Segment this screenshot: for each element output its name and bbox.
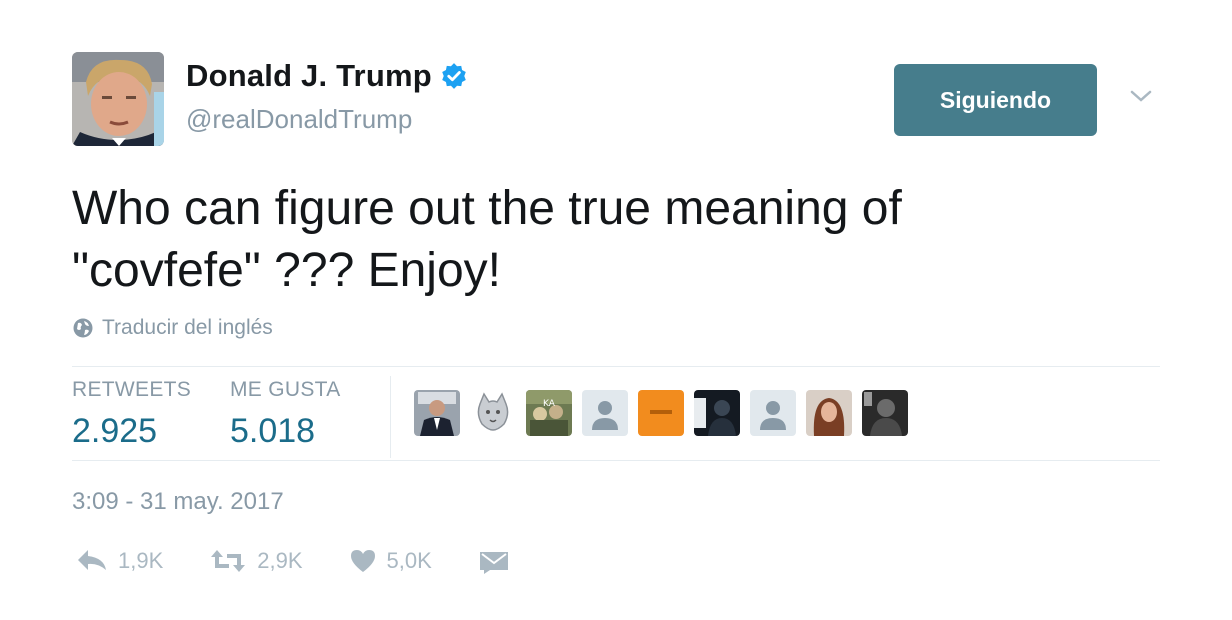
- user-name-row[interactable]: Donald J. Trump: [186, 58, 468, 94]
- globe-icon: [73, 318, 93, 338]
- retweets-label: RETWEETS: [72, 378, 192, 401]
- envelope-icon: [479, 552, 508, 574]
- stats-bottom-divider: [72, 460, 1160, 461]
- stats-separator: [390, 376, 391, 458]
- direct-message-button[interactable]: [478, 548, 520, 574]
- retweet-button[interactable]: 2,9K: [209, 548, 303, 574]
- likes-stat[interactable]: ME GUSTA 5.018: [230, 378, 341, 451]
- liker-avatar-suit[interactable]: [414, 390, 460, 436]
- profile-avatar[interactable]: [72, 52, 164, 146]
- retweets-stat[interactable]: RETWEETS 2.925: [72, 378, 191, 451]
- likers-avatars: KA: [414, 390, 918, 436]
- heart-icon: [350, 550, 375, 572]
- liker-avatar-default[interactable]: [582, 390, 628, 436]
- liker-avatar-cat[interactable]: [470, 390, 516, 436]
- tweet-timestamp[interactable]: 3:09 - 31 may. 2017: [72, 488, 284, 516]
- liker-avatar-photo[interactable]: KA: [526, 390, 572, 436]
- liker-avatar-dark[interactable]: [694, 390, 740, 436]
- liker-avatar-dark-portrait[interactable]: [862, 390, 908, 436]
- likes-value: 5.018: [230, 412, 316, 450]
- translate-label[interactable]: Traducir del inglés: [102, 316, 273, 340]
- retweet-icon: [211, 550, 246, 572]
- liker-avatar-default-2[interactable]: [750, 390, 796, 436]
- translate-link[interactable]: Traducir del inglés: [72, 316, 273, 340]
- stats-top-divider: [72, 366, 1160, 367]
- reply-button[interactable]: 1,9K: [76, 548, 163, 574]
- display-name[interactable]: Donald J. Trump: [186, 58, 432, 94]
- tweet-actions: 1,9K 2,9K 5,0K: [76, 548, 566, 574]
- likes-label: ME GUSTA: [230, 378, 341, 401]
- liker-avatar-orange[interactable]: [638, 390, 684, 436]
- liker-avatar-woman[interactable]: [806, 390, 852, 436]
- reply-icon: [78, 550, 106, 570]
- like-button[interactable]: 5,0K: [349, 548, 432, 574]
- profile-photo-icon: [72, 52, 164, 146]
- retweet-count: 2,9K: [257, 548, 303, 573]
- verified-badge-icon: [442, 63, 466, 89]
- retweets-value: 2.925: [72, 412, 158, 450]
- following-button[interactable]: Siguiendo: [894, 64, 1097, 136]
- svg-text:KA: KA: [543, 399, 556, 409]
- tweet-text: Who can figure out the true meaning of "…: [72, 182, 902, 297]
- reply-count: 1,9K: [118, 548, 164, 573]
- chevron-down-icon[interactable]: [1126, 84, 1156, 108]
- user-handle[interactable]: @realDonaldTrump: [186, 104, 412, 135]
- like-count: 5,0K: [386, 548, 432, 573]
